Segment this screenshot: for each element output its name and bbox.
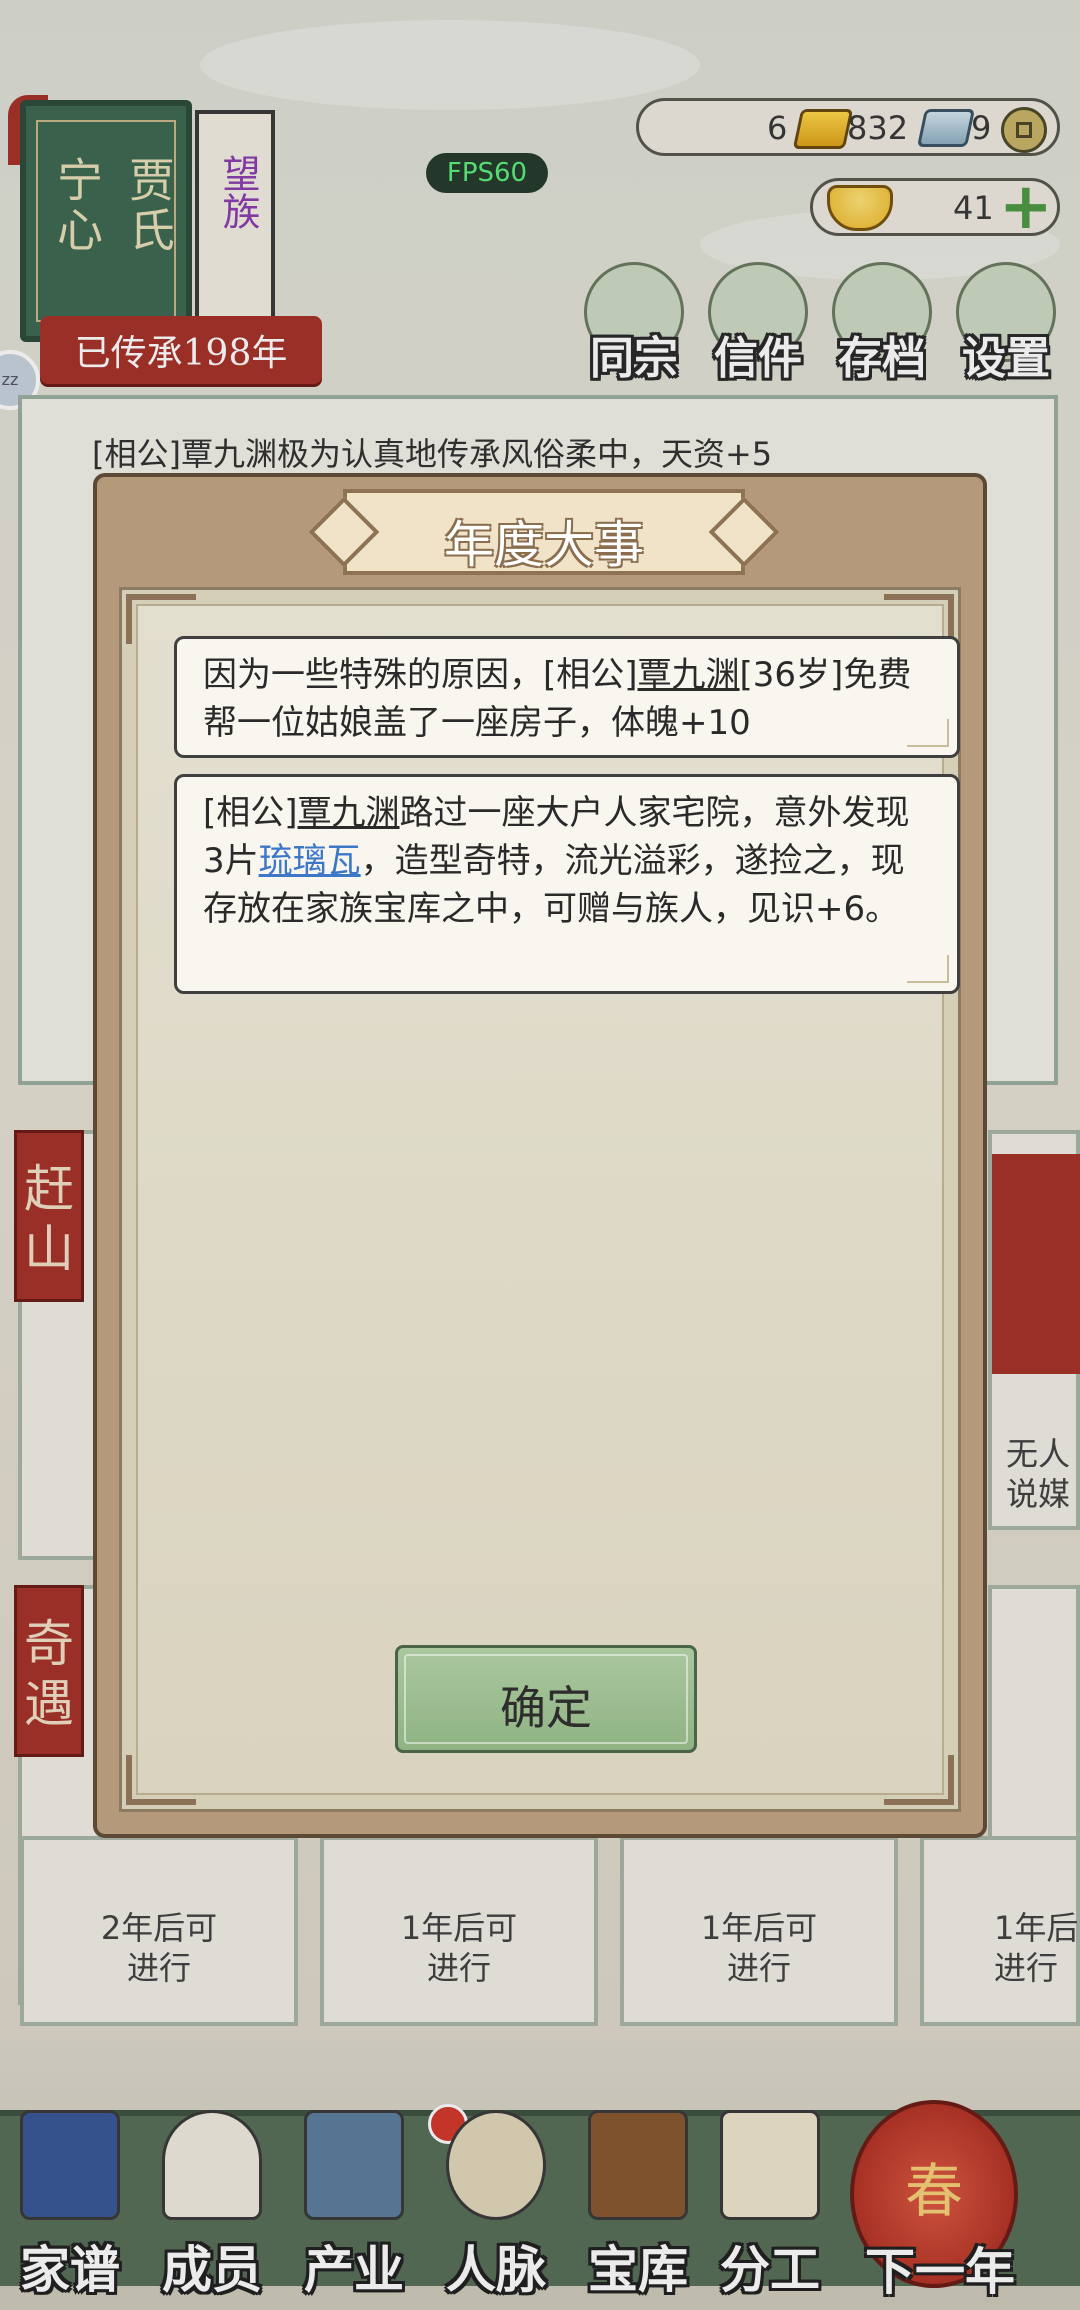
confirm-label: 确定 — [500, 1681, 592, 1735]
person-link[interactable]: 覃九渊 — [638, 655, 740, 695]
event-text: 因为一些特殊的原因，[相公] — [203, 655, 638, 695]
dialog-title: 年度大事 — [444, 516, 644, 574]
card-corner-mark — [907, 719, 949, 747]
corner-ornament — [884, 1755, 954, 1805]
confirm-button[interactable]: 确定 — [395, 1645, 697, 1753]
event-card: 因为一些特殊的原因，[相公]覃九渊[36岁]免费帮一位姑娘盖了一座房子，体魄+1… — [174, 636, 960, 758]
event-card: [相公]覃九渊路过一座大户人家宅院，意外发现3片琉璃瓦，造型奇特，流光溢彩，遂捡… — [174, 774, 960, 994]
card-corner-mark — [907, 955, 949, 983]
event-text: [相公] — [203, 793, 298, 833]
item-link[interactable]: 琉璃瓦 — [259, 841, 361, 881]
annual-events-dialog: 年度大事 因为一些特殊的原因，[相公]覃九渊[36岁]免费帮一位姑娘盖了一座房子… — [93, 473, 987, 1838]
corner-ornament — [126, 1755, 196, 1805]
person-link[interactable]: 覃九渊 — [298, 793, 400, 833]
dialog-body: 因为一些特殊的原因，[相公]覃九渊[36岁]免费帮一位姑娘盖了一座房子，体魄+1… — [119, 587, 961, 1812]
dialog-title-plate: 年度大事 — [343, 489, 745, 575]
